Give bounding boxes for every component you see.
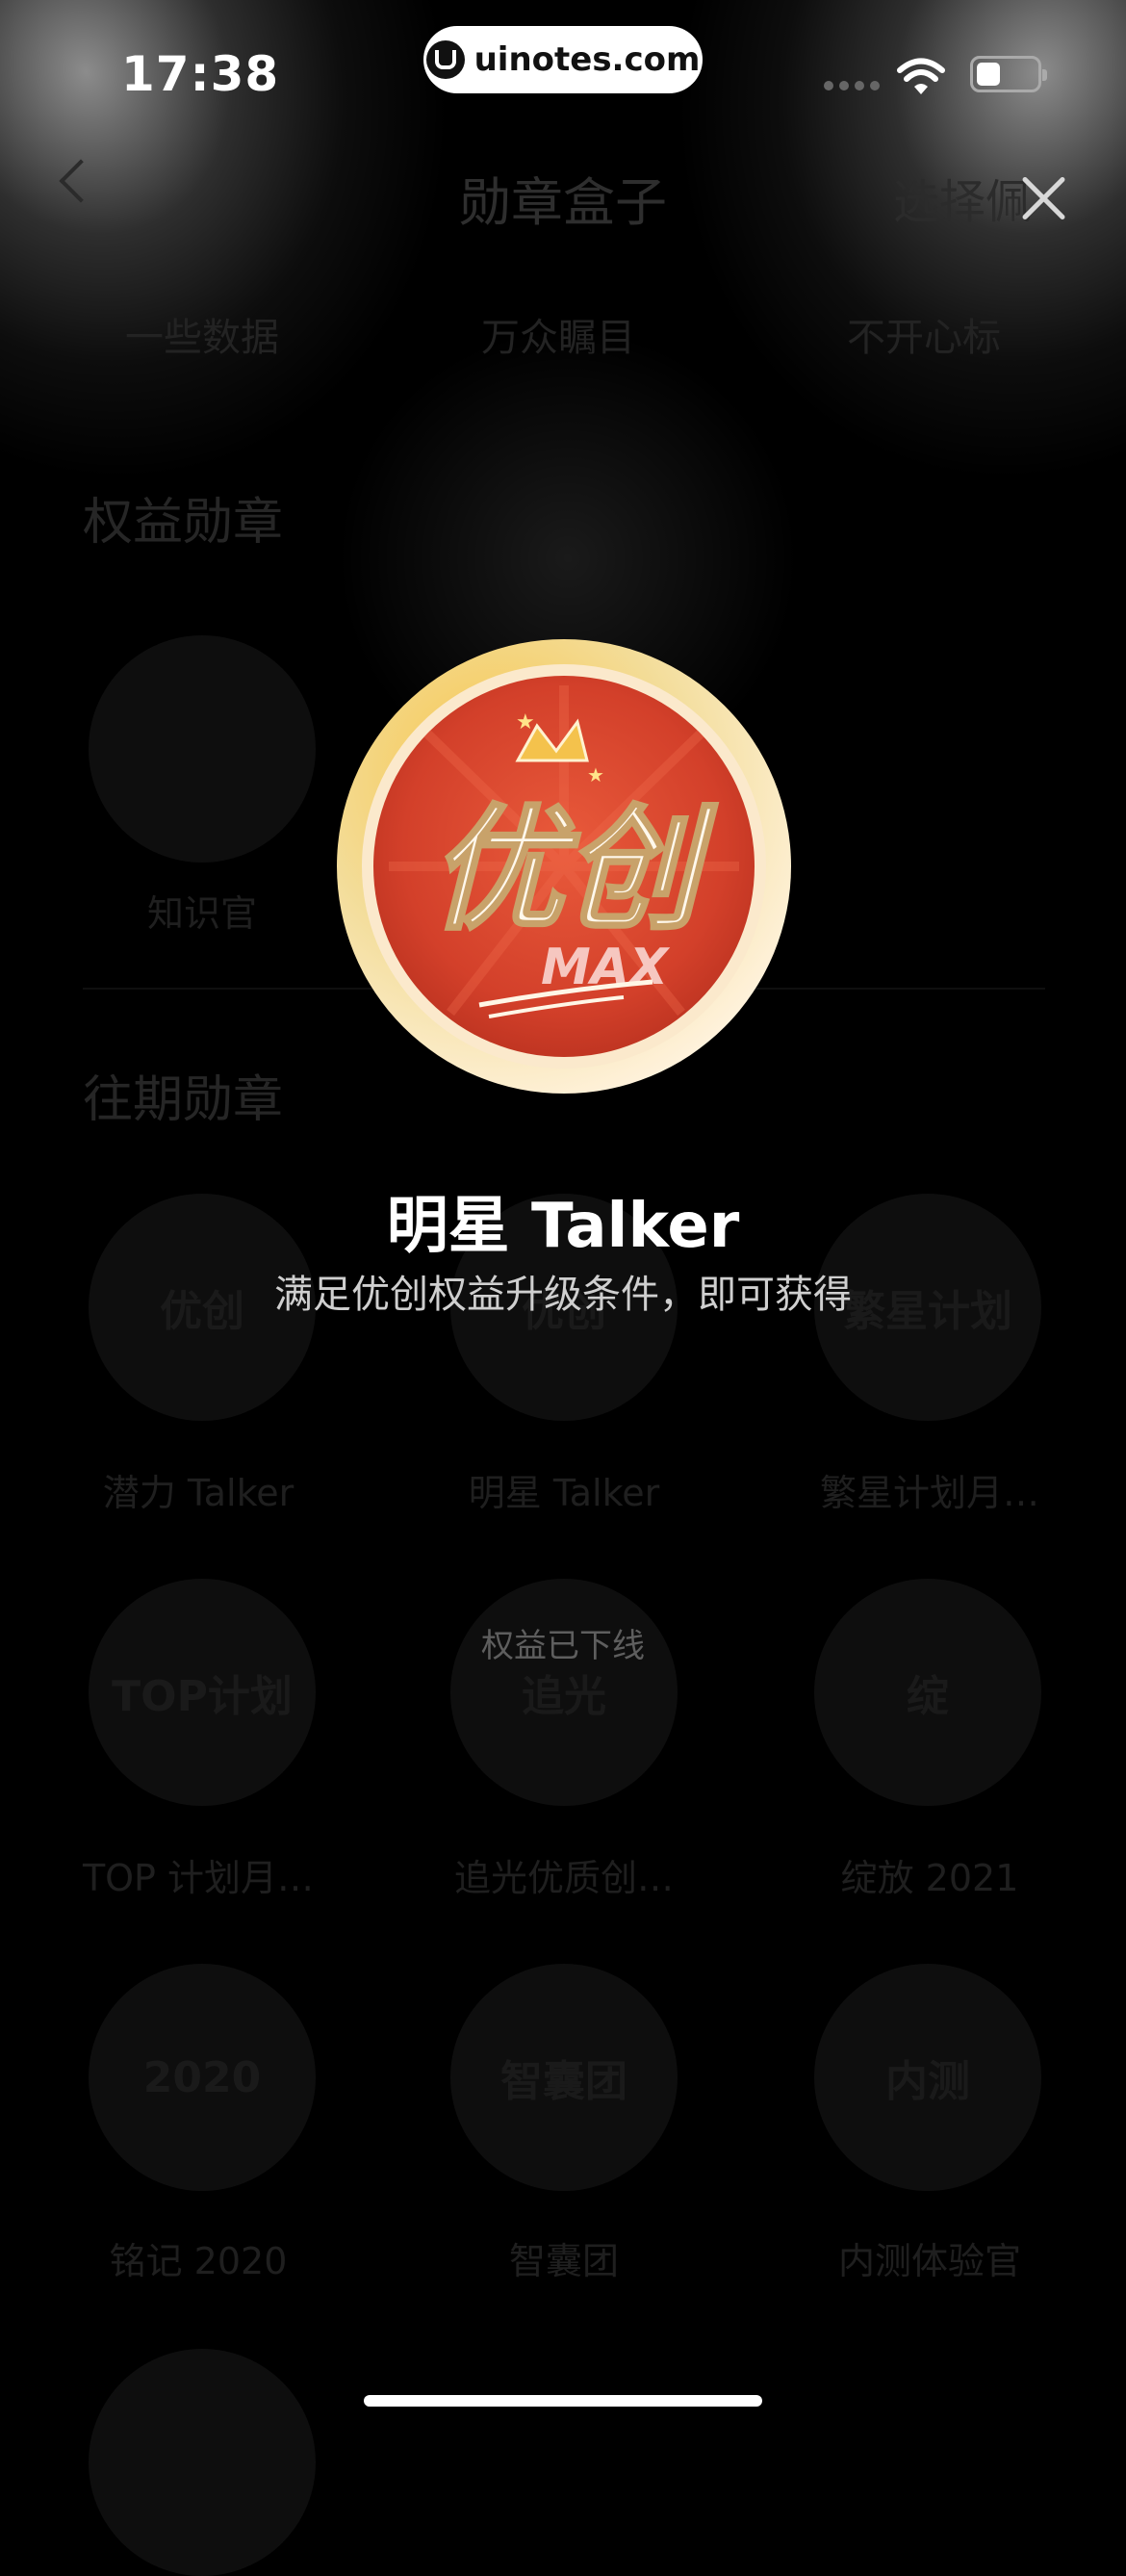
past-badge-4[interactable]: TOP计划 xyxy=(89,1579,316,1806)
tab-2[interactable]: 万众瞩目 xyxy=(481,306,635,362)
cellular-signal-icon xyxy=(824,81,880,90)
past-badge-label-8: 智囊团 xyxy=(508,2240,619,2282)
past-badge-9[interactable]: 内测 xyxy=(814,1964,1041,2191)
select-button[interactable]: 选择佩 xyxy=(893,164,1032,231)
badge-name: 明星 Talker xyxy=(386,1191,740,1262)
tab-3[interactable]: 不开心标 xyxy=(847,306,1001,362)
battery-icon xyxy=(970,56,1047,92)
past-badge-6[interactable]: 绽 xyxy=(814,1579,1041,1806)
badge-art-text: 智囊团 xyxy=(500,2057,627,2106)
past-badge-label-1: 潜力 Talker xyxy=(102,1472,294,1514)
past-badge-label-6: 绽放 2021 xyxy=(840,1857,1019,1899)
benefit-badge-image[interactable] xyxy=(89,635,316,863)
benefit-badge-label: 知识官 xyxy=(146,892,257,935)
section-benefit-badges: 权益勋章 xyxy=(83,494,284,552)
svg-text:★: ★ xyxy=(516,710,535,734)
status-time: 17:38 xyxy=(121,46,280,102)
badge-art-text: 内测 xyxy=(885,2057,970,2106)
past-badge-5[interactable]: 追光 xyxy=(450,1579,678,1806)
wifi-icon xyxy=(897,58,945,94)
past-badge-7[interactable]: 2020 xyxy=(89,1964,316,2191)
past-badge-label-9: 内测体验官 xyxy=(837,2240,1021,2282)
badge-art-text: 绽 xyxy=(907,1672,949,1721)
past-badge-label-7: 铭记 2020 xyxy=(109,2240,288,2282)
past-badge-label-5: 追光优质创… xyxy=(453,1857,674,1899)
home-indicator[interactable] xyxy=(364,2395,762,2407)
medal-image: ★ ★ 优创 MAX xyxy=(337,639,791,1094)
close-icon[interactable] xyxy=(1018,173,1068,223)
badge-art-text: TOP计划 xyxy=(112,1672,293,1721)
badge-description: 满足优创权益升级条件，即可获得 xyxy=(274,1273,852,1317)
medal-main-text: 优创 xyxy=(429,792,718,949)
past-badge-label-4: TOP 计划月… xyxy=(82,1857,315,1899)
tab-1[interactable]: 一些数据 xyxy=(125,306,279,362)
svg-text:★: ★ xyxy=(587,763,604,786)
section-past-badges: 往期勋章 xyxy=(83,1071,284,1129)
badge-art-text: 2020 xyxy=(142,2052,262,2102)
uinotes-logo-icon xyxy=(425,40,465,79)
past-badge-label-3: 繁星计划月… xyxy=(819,1472,1039,1514)
past-badge-8[interactable]: 智囊团 xyxy=(450,1964,678,2191)
badge-art-text: 追光 xyxy=(522,1672,606,1721)
past-badge-label-2: 明星 Talker xyxy=(468,1472,660,1514)
past-badge-10[interactable] xyxy=(89,2349,316,2576)
url-pill[interactable]: uinotes.com xyxy=(423,26,703,93)
offline-note: 权益已下线 xyxy=(481,1627,645,1665)
url-text: uinotes.com xyxy=(473,40,701,79)
